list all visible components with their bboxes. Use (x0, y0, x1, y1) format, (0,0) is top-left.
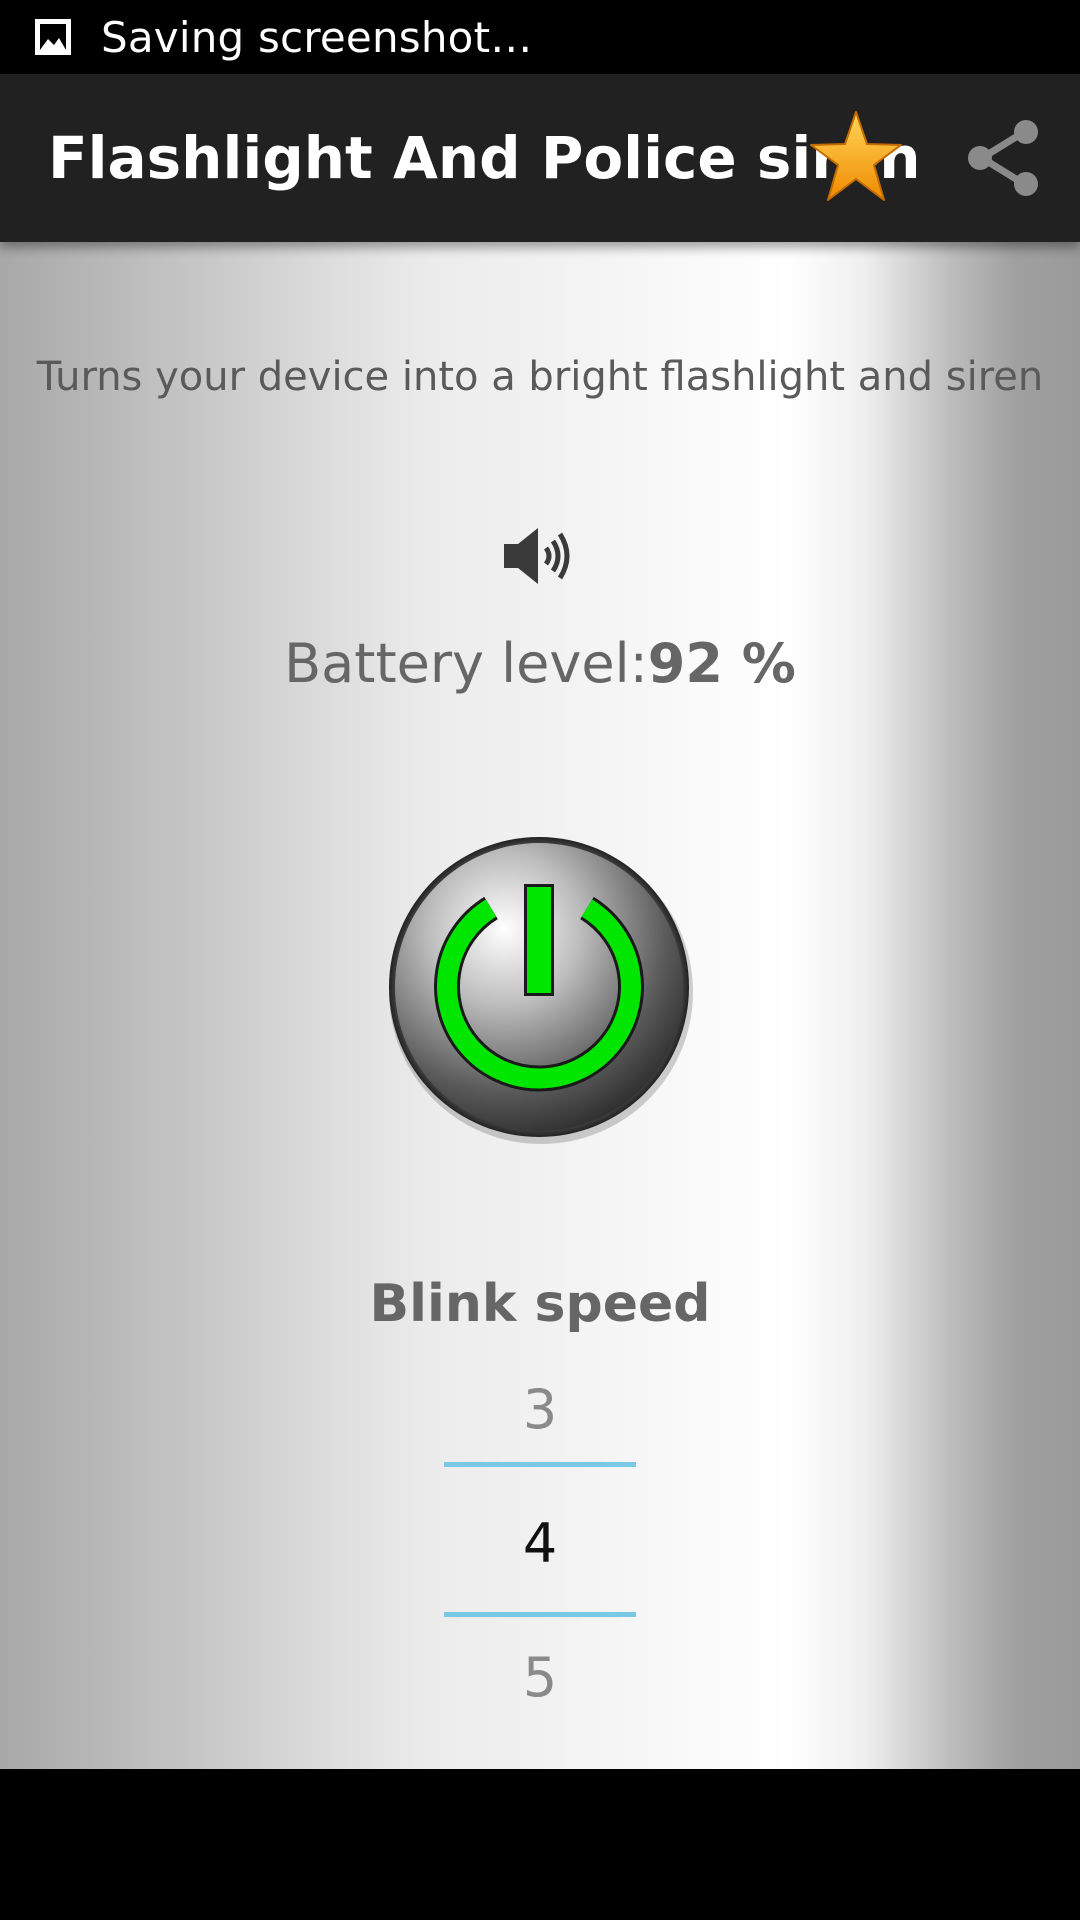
main-content: Turns your device into a bright flashlig… (0, 242, 1080, 1769)
app-title: Flashlight And Police siren (48, 124, 921, 192)
picker-divider-top (444, 1462, 636, 1467)
image-icon (33, 17, 73, 57)
share-icon[interactable] (964, 118, 1044, 198)
app-description: Turns your device into a bright flashlig… (36, 354, 1044, 400)
star-icon[interactable] (808, 108, 904, 208)
picker-divider-bottom (444, 1612, 636, 1617)
battery-label: Battery level: (284, 632, 648, 695)
picker-prev-value[interactable]: 3 (440, 1378, 640, 1441)
status-bar: Saving screenshot… (0, 0, 1080, 74)
battery-level: Battery level:92 % (0, 632, 1080, 695)
power-button[interactable] (386, 834, 696, 1144)
status-text: Saving screenshot… (101, 12, 533, 62)
navigation-bar-area (0, 1769, 1080, 1920)
picker-next-value[interactable]: 5 (440, 1646, 640, 1709)
power-icon (389, 837, 693, 1144)
app-bar: Flashlight And Police siren (0, 74, 1080, 242)
blink-speed-label: Blink speed (369, 1274, 711, 1334)
screen: Saving screenshot… Flashlight And Police… (0, 0, 1080, 1920)
picker-current-value[interactable]: 4 (440, 1512, 640, 1575)
speaker-icon[interactable] (502, 524, 578, 588)
battery-value: 92 % (647, 632, 796, 695)
